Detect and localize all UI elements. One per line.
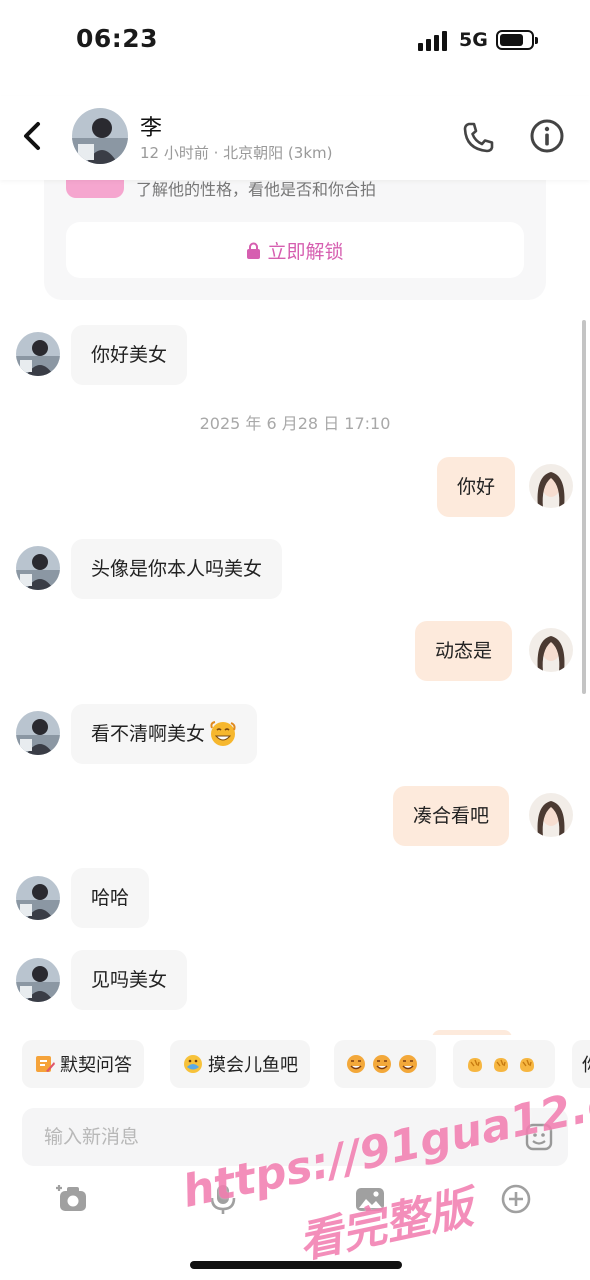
sender-avatar[interactable] bbox=[16, 332, 60, 376]
face-icon bbox=[373, 1055, 391, 1073]
grinning-sweat-face-icon bbox=[210, 720, 236, 746]
info-icon[interactable] bbox=[529, 118, 565, 154]
quick-reply-chip[interactable] bbox=[453, 1040, 555, 1088]
status-time: 06:23 bbox=[76, 24, 159, 53]
battery-icon bbox=[496, 30, 538, 50]
face-icon bbox=[347, 1055, 365, 1073]
message-bubble-incoming[interactable]: 你好美女 bbox=[71, 325, 188, 385]
quick-reply-chip[interactable] bbox=[334, 1040, 436, 1088]
message-bubble-incoming[interactable]: 头像是你本人吗美女 bbox=[71, 539, 283, 599]
sender-avatar[interactable] bbox=[16, 546, 60, 590]
my-avatar[interactable] bbox=[529, 464, 573, 508]
sender-avatar[interactable] bbox=[16, 711, 60, 755]
image-icon[interactable] bbox=[353, 1182, 387, 1216]
message-bubble-outgoing[interactable]: 凑合看吧 bbox=[393, 786, 510, 846]
network-type: 5G bbox=[459, 29, 488, 51]
message-timestamp: 2025 年 6 月28 日 17:10 bbox=[199, 414, 391, 433]
scrollbar[interactable] bbox=[582, 320, 586, 694]
camera-icon[interactable] bbox=[56, 1182, 90, 1216]
fish-face-icon bbox=[184, 1055, 202, 1073]
status-bar: 06:23 5G bbox=[0, 0, 590, 80]
plus-icon[interactable] bbox=[499, 1182, 533, 1216]
face-icon bbox=[399, 1055, 417, 1073]
sticker-icon[interactable] bbox=[524, 1122, 554, 1152]
quick-reply-bar: 默契问答 摸会儿鱼吧 你 bbox=[0, 1040, 590, 1090]
phone-icon[interactable] bbox=[460, 120, 496, 156]
message-input-container bbox=[22, 1108, 568, 1166]
message-bubble-outgoing-partial bbox=[432, 1030, 512, 1035]
message-bubble-incoming[interactable]: 哈哈 bbox=[71, 868, 150, 928]
chip-label: 默契问答 bbox=[60, 1055, 132, 1076]
message-bubble-outgoing[interactable]: 你好 bbox=[437, 457, 516, 517]
quick-reply-chip[interactable]: 摸会儿鱼吧 bbox=[170, 1040, 310, 1088]
clapping-hands-icon bbox=[494, 1058, 508, 1072]
message-bubble-outgoing[interactable]: 动态是 bbox=[415, 621, 513, 681]
signal-icon bbox=[418, 29, 450, 51]
message-input[interactable] bbox=[22, 1108, 502, 1166]
quick-reply-chip[interactable]: 你 bbox=[572, 1040, 590, 1088]
unlock-button[interactable]: 立即解锁 bbox=[66, 222, 524, 278]
contact-name: 李 bbox=[140, 116, 163, 141]
my-avatar[interactable] bbox=[529, 793, 573, 837]
back-arrow-icon[interactable] bbox=[18, 118, 48, 154]
quick-reply-chip[interactable]: 默契问答 bbox=[22, 1040, 144, 1088]
message-text: 看不清啊美女 bbox=[91, 723, 206, 745]
chat-header: 李 12 小时前 · 北京朝阳 (3km) bbox=[0, 96, 590, 180]
chip-label: 摸会儿鱼吧 bbox=[208, 1055, 298, 1076]
message-list[interactable]: 你好美女 2025 年 6 月28 日 17:10 你好 头像是你本人吗美女 动… bbox=[0, 300, 590, 1035]
message-bubble-incoming[interactable]: 看不清啊美女 bbox=[71, 704, 258, 764]
message-bubble-incoming[interactable]: 见吗美女 bbox=[71, 950, 188, 1010]
contact-avatar[interactable] bbox=[72, 108, 128, 164]
home-indicator[interactable] bbox=[190, 1261, 402, 1269]
contact-status: 12 小时前 · 北京朝阳 (3km) bbox=[140, 144, 333, 162]
chip-label: 你 bbox=[582, 1051, 590, 1077]
lock-icon bbox=[247, 242, 261, 259]
unlock-button-label: 立即解锁 bbox=[267, 240, 344, 263]
microphone-icon[interactable] bbox=[206, 1182, 240, 1216]
pencil-note-icon bbox=[36, 1056, 55, 1072]
clapping-hands-icon bbox=[520, 1058, 534, 1072]
sender-avatar[interactable] bbox=[16, 876, 60, 920]
bottom-toolbar bbox=[0, 1176, 590, 1226]
clapping-hands-icon bbox=[468, 1058, 482, 1072]
sender-avatar[interactable] bbox=[16, 958, 60, 1002]
my-avatar[interactable] bbox=[529, 628, 573, 672]
